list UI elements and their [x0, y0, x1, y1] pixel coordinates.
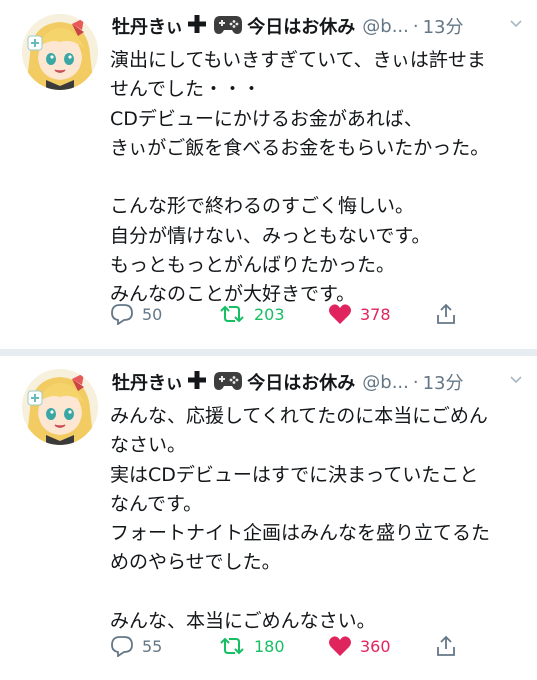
avatar[interactable] [22, 14, 98, 90]
display-name[interactable]: 牡丹きぃ [112, 369, 183, 395]
tweet-line: みんな、応援してくれてたのに本当にごめん [110, 405, 488, 427]
reply-button[interactable]: 50 [110, 303, 162, 325]
reply-icon [110, 635, 134, 657]
tweet-line: こんな形で終わるのすごく悔しい。 [110, 195, 415, 218]
tweet-line: みんなのことが大好きです。 [110, 283, 356, 306]
tweet-text: みんな、応援してくれてたのに本当にごめん なさい。 実はCDデビューはすでに決ま… [110, 402, 530, 636]
separator-dot: · [412, 371, 419, 393]
tweet-line: フォートナイト企画はみんなを盛り立てるた [110, 522, 491, 545]
tweet-line: 実はCDデビューはすでに決まっていたこと [110, 463, 479, 486]
tweet-line: みんな、本当にごめんなさい。 [110, 610, 376, 633]
tweet-line: もっともっとがんばりたかった。 [110, 254, 396, 277]
retweet-icon [218, 304, 246, 324]
video-game-icon [213, 13, 243, 40]
tweet-header: 牡丹きぃ 今日はお休み @b... · 13分 [112, 366, 523, 398]
like-count: 378 [360, 304, 391, 324]
like-button[interactable]: 378 [328, 303, 391, 325]
tweet[interactable]: 牡丹きぃ 今日はお休み @b... · 13分 みんな、応援してくれてたのに本当… [0, 356, 537, 680]
video-game-icon [213, 369, 243, 396]
tweet-line [110, 578, 530, 607]
retweet-button[interactable]: 180 [218, 636, 285, 656]
avatar[interactable] [22, 369, 98, 445]
reply-icon [110, 303, 134, 325]
heavy-plus-icon [187, 370, 207, 395]
chevron-down-icon[interactable] [509, 373, 523, 391]
timestamp[interactable]: 13分 [423, 369, 464, 395]
tweet-header: 牡丹きぃ 今日はお休み @b... · 13分 [112, 10, 523, 42]
share-icon [435, 303, 457, 325]
tweet[interactable]: 牡丹きぃ 今日はお休み @b... · 13分 演出にしてもいきすぎていて、きぃ… [0, 0, 537, 349]
user-handle[interactable]: @b... [362, 372, 409, 393]
reply-count: 50 [142, 304, 163, 324]
chevron-down-icon[interactable] [509, 17, 523, 35]
like-button[interactable]: 360 [328, 635, 391, 657]
display-name-suffix: 今日はお休み [247, 373, 356, 394]
retweet-count: 180 [254, 636, 285, 656]
heart-icon [328, 635, 352, 657]
separator-dot: · [412, 15, 419, 37]
heart-icon [328, 303, 352, 325]
retweet-count: 203 [254, 304, 285, 324]
tweet-text: 演出にしてもいきすぎていて、きぃは許せま せんでした・・・ CDデビューにかける… [110, 46, 530, 310]
share-button[interactable] [435, 635, 457, 657]
tweet-line: CDデビューにかけるお金があれば、 [110, 107, 423, 130]
display-name-suffix: 今日はお休み [247, 17, 356, 38]
like-count: 360 [360, 636, 391, 656]
tweet-line: 演出にしてもいきすぎていて、きぃは許せま [110, 49, 486, 71]
retweet-button[interactable]: 203 [218, 304, 285, 324]
user-handle[interactable]: @b... [362, 16, 409, 37]
tweet-line: せんでした・・・ [110, 78, 262, 101]
reply-button[interactable]: 55 [110, 635, 162, 657]
tweet-line: 自分が情けない、みっともないです。 [110, 224, 431, 247]
display-name[interactable]: 牡丹きぃ [112, 13, 183, 39]
share-icon [435, 635, 457, 657]
tweet-line [110, 163, 530, 192]
reply-count: 55 [142, 636, 163, 656]
tweet-line: めのやらせでした。 [110, 551, 281, 574]
share-button[interactable] [435, 303, 457, 325]
timestamp[interactable]: 13分 [423, 13, 464, 39]
retweet-icon [218, 636, 246, 656]
tweet-line: なんです。 [110, 492, 203, 515]
tweet-line: なさい。 [110, 434, 187, 457]
tweet-line: きぃがご飯を食べるお金をもらいたかった。 [110, 136, 490, 159]
heavy-plus-icon [187, 14, 207, 39]
